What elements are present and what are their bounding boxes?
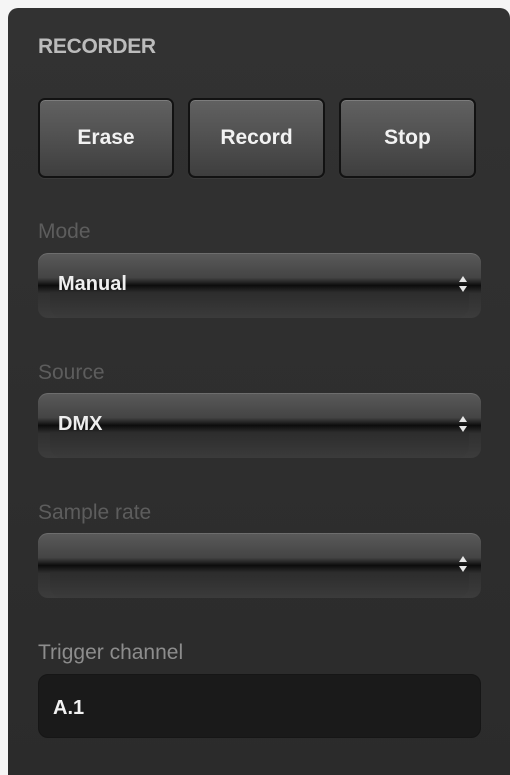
- source-select-value: DMX: [58, 413, 103, 435]
- source-select[interactable]: DMX: [38, 393, 481, 458]
- stop-button[interactable]: Stop: [339, 98, 476, 178]
- trigger-channel-label: Trigger channel: [38, 641, 184, 664]
- up-down-chevron-icon: [458, 411, 468, 437]
- sample-rate-select[interactable]: [38, 533, 481, 598]
- mode-select[interactable]: Manual: [38, 253, 481, 318]
- recorder-panel: RECORDER Erase Record Stop Mode Manual S…: [8, 8, 510, 775]
- sample-rate-label: Sample rate: [38, 501, 152, 524]
- mode-select-value: Manual: [58, 273, 127, 295]
- source-select-bevel: [50, 432, 469, 458]
- source-label: Source: [38, 361, 105, 384]
- trigger-channel-value: A.1: [53, 697, 85, 719]
- erase-button[interactable]: Erase: [38, 98, 174, 178]
- up-down-chevron-icon: [458, 271, 468, 297]
- panel-title: RECORDER: [38, 35, 156, 58]
- record-button[interactable]: Record: [188, 98, 325, 178]
- trigger-channel-input[interactable]: A.1: [38, 674, 481, 738]
- mode-label: Mode: [38, 220, 91, 243]
- up-down-chevron-icon: [458, 551, 468, 577]
- sample-rate-select-bevel: [50, 572, 469, 598]
